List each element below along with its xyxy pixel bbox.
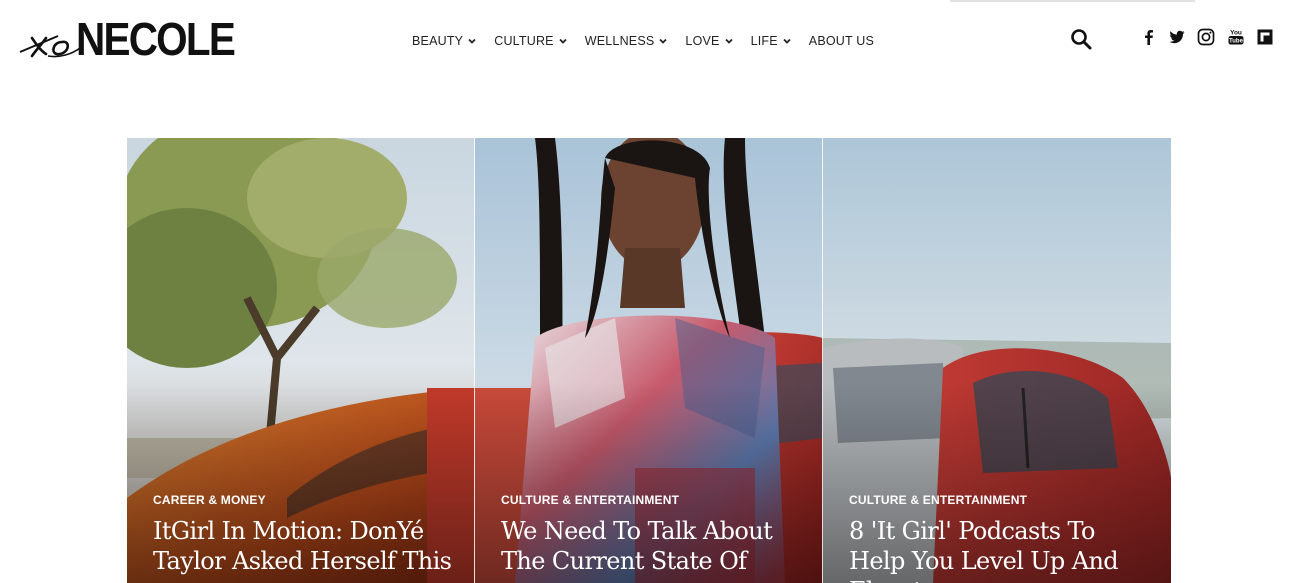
featured-stories: CAREER & MONEY ItGirl In Motion: DonYé T… [127,138,1171,583]
instagram-icon [1197,28,1215,46]
nav-item-life[interactable]: LIFE [751,33,792,49]
story-category[interactable]: CULTURE & ENTERTAINMENT [501,493,679,507]
chevron-down-icon [724,38,733,44]
nav-item-label: LOVE [685,34,720,48]
site-logo[interactable]: NECOLE [18,14,236,64]
nav-item-about-us[interactable]: ABOUT US [809,33,874,49]
svg-text:Tube: Tube [1229,39,1244,45]
flipboard-link[interactable] [1256,28,1274,46]
story-card[interactable]: CULTURE & ENTERTAINMENT We Need To Talk … [475,138,823,583]
header-top-line [950,0,1195,2]
logo-text: NECOLE [76,13,236,65]
youtube-icon: You Tube [1228,30,1244,45]
nav-item-label: LIFE [750,34,778,48]
nav-item-label: WELLNESS [584,34,655,48]
nav-item-label: BEAUTY [412,34,464,48]
nav-item-wellness[interactable]: WELLNESS [585,33,669,49]
search-icon [1071,29,1092,50]
nav-item-culture[interactable]: CULTURE [494,33,568,49]
chevron-down-icon [659,38,668,44]
story-card[interactable]: CAREER & MONEY ItGirl In Motion: DonYé T… [127,138,475,583]
story-title[interactable]: ItGirl In Motion: DonYé Taylor Asked Her… [153,516,453,576]
site-header: NECOLE BEAUTY CULTURE WELLNESS LOVE LIFE… [0,0,1307,80]
facebook-icon [1145,30,1153,45]
svg-text:You: You [1230,30,1242,37]
search-button[interactable] [1069,27,1093,51]
nav-item-beauty[interactable]: BEAUTY [412,33,477,49]
card-divider [474,138,475,583]
story-title[interactable]: We Need To Talk About The Current State … [501,516,801,576]
story-category[interactable]: CAREER & MONEY [153,493,266,507]
nav-item-label: ABOUT US [808,34,875,48]
nav-item-label: CULTURE [494,34,554,48]
chevron-down-icon [783,38,791,44]
story-title[interactable]: 8 'It Girl' Podcasts To Help You Level U… [849,516,1149,583]
facebook-link[interactable] [1140,28,1158,46]
card-divider [822,138,823,583]
youtube-link[interactable]: You Tube [1227,28,1245,46]
twitter-link[interactable] [1168,28,1186,46]
instagram-link[interactable] [1197,28,1215,46]
story-category[interactable]: CULTURE & ENTERTAINMENT [849,493,1027,507]
main-nav: BEAUTY CULTURE WELLNESS LOVE LIFE ABOUT … [412,33,891,49]
chevron-down-icon [468,38,476,44]
nav-item-love[interactable]: LOVE [685,33,733,49]
twitter-icon [1169,30,1185,44]
flipboard-icon [1257,29,1273,45]
story-card[interactable]: CULTURE & ENTERTAINMENT 8 'It Girl' Podc… [823,138,1171,583]
chevron-down-icon [559,38,567,44]
